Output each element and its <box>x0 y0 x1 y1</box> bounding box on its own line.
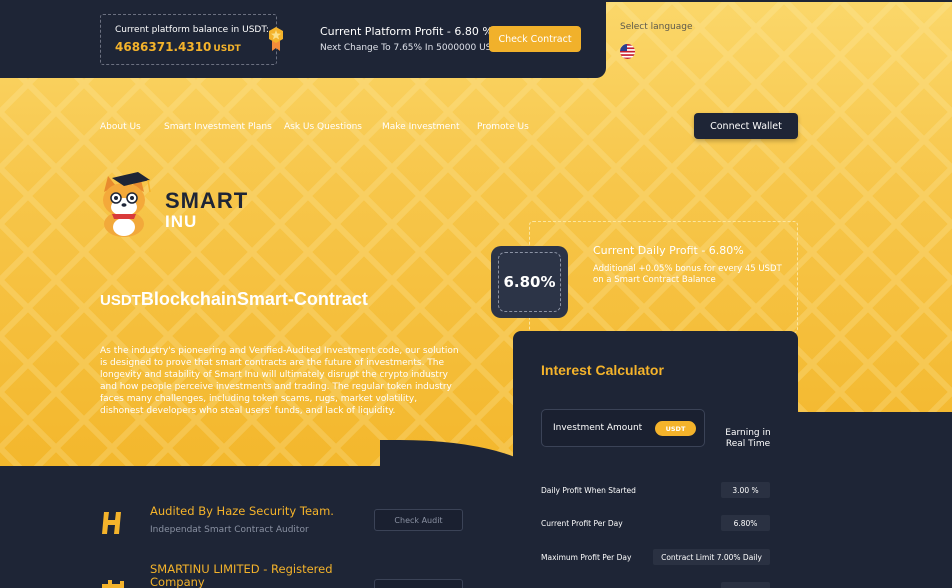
currency-toggle[interactable]: USDT <box>655 421 696 436</box>
current-profit-label: Current Profit Per Day <box>541 519 623 528</box>
calculator-title: Interest Calculator <box>541 362 664 378</box>
earning-real-time-label: Earning in Real Time <box>725 428 771 449</box>
logo-text-smart: SMART <box>165 188 249 213</box>
daily-profit-started-label: Daily Profit When Started <box>541 486 636 495</box>
investment-amount-label: Investment Amount <box>553 423 643 433</box>
select-language-label: Select language <box>620 22 693 32</box>
next-row-value <box>721 582 770 588</box>
balance-label: Current platform balance in USDT: <box>115 25 269 35</box>
top-line <box>606 0 952 2</box>
nav-about-us[interactable]: About Us <box>100 122 141 132</box>
check-contract-button[interactable]: Check Contract <box>489 26 581 52</box>
hero-headline: USDTBlockchainSmart-Contract <box>100 289 368 310</box>
headline-prefix: USDT <box>100 292 141 309</box>
daily-profit-percent: 6.80% <box>498 252 561 312</box>
medal-icon <box>269 27 283 51</box>
haze-security-icon <box>102 512 121 534</box>
check-audit-button[interactable]: Check Audit <box>374 509 463 531</box>
registered-company-button[interactable] <box>374 579 463 588</box>
balance-amount: 4686371.4310 <box>115 40 212 54</box>
nav-smart-investment-plans[interactable]: Smart Investment Plans <box>164 122 272 132</box>
nav-ask-us-questions[interactable]: Ask Us Questions <box>284 122 362 132</box>
registered-company-icon <box>102 580 124 588</box>
maximum-profit-label: Maximum Profit Per Day <box>541 553 632 562</box>
us-flag-icon[interactable] <box>620 44 635 59</box>
platform-profit-next-change: Next Change To 7.65% In 5000000 USDT <box>320 43 504 53</box>
interest-calculator: Interest Calculator Investment Amount US… <box>513 331 798 588</box>
daily-profit-title: Current Daily Profit - 6.80% <box>593 244 744 257</box>
feature-audit-sub: Independat Smart Contract Auditor <box>150 525 309 535</box>
nav-promote-us[interactable]: Promote Us <box>477 122 529 132</box>
top-bar: Current platform balance in USDT: 468637… <box>0 0 606 78</box>
investment-amount-input[interactable]: Investment Amount USDT <box>541 409 705 447</box>
feature-registered-title: SMARTINU LIMITED - Registered Company <box>150 562 333 588</box>
daily-profit-bonus: Additional +0.05% bonus for every 45 USD… <box>593 264 782 285</box>
feature-audit-title: Audited By Haze Security Team. <box>150 504 334 518</box>
smart-inu-mascot-logo <box>103 172 151 237</box>
platform-profit-title: Current Platform Profit - 6.80 % <box>320 25 493 38</box>
connect-wallet-button[interactable]: Connect Wallet <box>694 113 798 139</box>
daily-profit-badge: 6.80% <box>491 246 568 318</box>
nav-make-investment[interactable]: Make Investment <box>382 122 460 132</box>
balance-unit: USDT <box>213 44 241 54</box>
logo-text-inu: INU <box>165 212 198 231</box>
maximum-profit-value: Contract Limit 7.00% Daily <box>653 549 770 565</box>
dark-side-block <box>795 412 952 588</box>
platform-balance-box: Current platform balance in USDT: 468637… <box>100 14 277 65</box>
headline-main: BlockchainSmart-Contract <box>140 289 368 309</box>
current-profit-value: 6.80% <box>721 515 770 531</box>
daily-profit-started-value: 3.00 % <box>721 482 770 498</box>
balance-value: 4686371.4310 USDT <box>115 40 241 54</box>
hero-description: As the industry's pioneering and Verifie… <box>100 346 459 416</box>
